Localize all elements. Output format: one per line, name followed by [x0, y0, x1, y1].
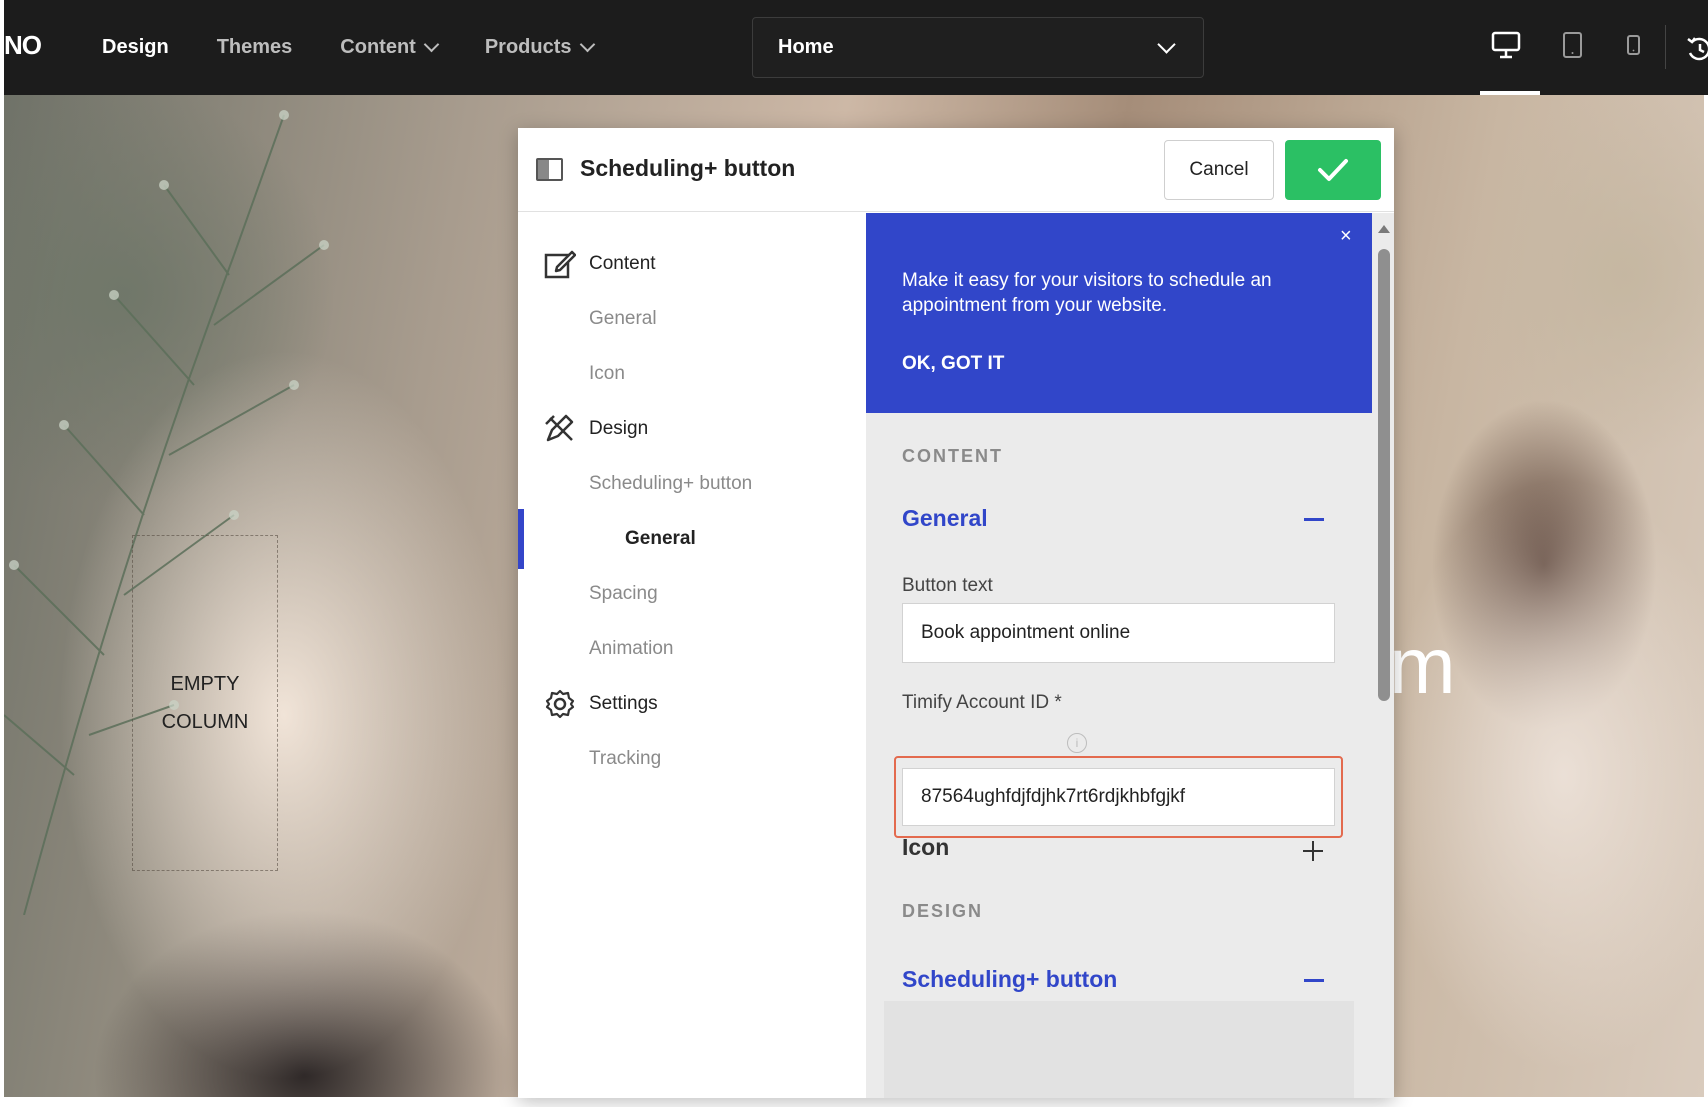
nav-content-icon[interactable]: Icon — [518, 348, 865, 400]
desktop-view-button[interactable] — [1491, 30, 1521, 65]
button-text-input[interactable] — [902, 603, 1335, 663]
nav-design-label: Design — [102, 36, 169, 58]
design-section-label: DESIGN — [902, 901, 984, 921]
widget-editor-modal: Scheduling+ button Cancel Content Genera… — [518, 128, 1394, 1098]
nav-design-spacing[interactable]: Spacing — [518, 568, 865, 620]
tablet-icon — [1563, 32, 1582, 58]
content-section-label: CONTENT — [902, 446, 1003, 466]
nav-themes[interactable]: Themes — [217, 36, 293, 59]
close-icon[interactable]: × — [1340, 225, 1352, 248]
page-select-value: Home — [778, 36, 834, 58]
desktop-icon — [1491, 31, 1521, 59]
history-button[interactable] — [1686, 36, 1708, 67]
nav-products-label: Products — [484, 36, 572, 58]
icon-group-toggle[interactable]: Icon — [902, 834, 949, 861]
nav-design-scheduling-button[interactable]: Scheduling+ button — [518, 458, 865, 510]
nav-content-label: Content — [340, 36, 416, 58]
mobile-icon — [1627, 35, 1640, 55]
editor-left-nav: Content General Icon Design Scheduling+ … — [518, 213, 865, 1098]
nav-content-icon-label: Icon — [589, 363, 625, 384]
modal-title: Scheduling+ button — [580, 155, 796, 181]
nav-design[interactable]: Design — [102, 36, 169, 59]
nav-design-label: Design — [589, 418, 649, 439]
nav-content-label: Content — [589, 253, 656, 274]
button-text-label: Button text — [902, 575, 993, 596]
editor-settings-panel: × Make it easy for your visitors to sche… — [866, 213, 1394, 1098]
expand-icon[interactable] — [1303, 841, 1323, 861]
nav-settings-section[interactable]: Settings — [518, 678, 865, 730]
account-id-label: Timify Account ID * — [902, 692, 1062, 713]
promo-text: Make it easy for your visitors to schedu… — [902, 270, 1272, 316]
nav-design-general-label: General — [625, 528, 696, 549]
active-nav-indicator — [518, 509, 524, 569]
scheduling-design-group — [884, 1001, 1354, 1098]
nav-design-animation[interactable]: Animation — [518, 623, 865, 675]
design-tools-icon — [544, 414, 576, 450]
mobile-view-button[interactable] — [1624, 30, 1644, 65]
gear-icon — [544, 689, 576, 725]
nav-settings-tracking[interactable]: Tracking — [518, 733, 865, 785]
nav-products[interactable]: Products — [484, 36, 595, 59]
promo-ok-button[interactable]: OK, GOT IT — [902, 353, 1004, 375]
nav-design-spacing-label: Spacing — [589, 583, 658, 604]
promo-banner: × Make it easy for your visitors to sche… — [866, 213, 1372, 413]
scheduling-group-toggle[interactable]: Scheduling+ button — [902, 966, 1117, 993]
collapse-icon[interactable] — [1304, 979, 1324, 982]
nav-content-section[interactable]: Content — [518, 238, 865, 290]
edit-icon — [544, 249, 577, 285]
confirm-button[interactable] — [1285, 140, 1381, 200]
chevron-down-icon — [423, 36, 440, 53]
empty-column-label-line1: EMPTY — [170, 673, 240, 695]
nav-themes-label: Themes — [216, 36, 293, 58]
nav-design-scheduling-label: Scheduling+ button — [589, 473, 753, 494]
tablet-view-button[interactable] — [1561, 30, 1585, 65]
general-group-toggle[interactable]: General — [902, 505, 988, 532]
nav-design-animation-label: Animation — [589, 638, 674, 659]
empty-column-label-line2: COLUMN — [161, 711, 249, 733]
divider — [1665, 25, 1666, 69]
nav-settings-tracking-label: Tracking — [589, 748, 662, 769]
logo: NO — [4, 30, 42, 60]
nav-settings-label: Settings — [589, 693, 658, 714]
account-id-input[interactable] — [902, 768, 1335, 826]
info-icon[interactable]: i — [1067, 733, 1087, 753]
cancel-button[interactable]: Cancel — [1164, 140, 1274, 200]
nav-content-general-label: General — [589, 308, 657, 329]
collapse-icon[interactable] — [1304, 518, 1324, 521]
checkmark-icon — [1318, 159, 1348, 181]
modal-header: Scheduling+ button Cancel — [518, 128, 1394, 212]
top-nav: Design Themes Content Products — [102, 0, 641, 95]
nav-design-general-active[interactable]: General — [518, 509, 865, 569]
nav-content[interactable]: Content — [340, 36, 440, 59]
chevron-down-icon — [579, 36, 595, 53]
page-select[interactable]: Home — [752, 17, 1204, 78]
scrollbar-thumb[interactable] — [1378, 249, 1390, 701]
nav-design-section[interactable]: Design — [518, 403, 865, 455]
nav-content-general[interactable]: General — [518, 293, 865, 345]
chevron-down-icon — [1157, 35, 1176, 54]
scroll-up-arrow[interactable] — [1378, 225, 1390, 233]
top-bar: NO Design Themes Content Products Home — [4, 0, 1708, 95]
page-heading-fragment: m — [1389, 621, 1456, 710]
empty-column-placeholder[interactable]: EMPTY COLUMN — [132, 535, 278, 871]
history-icon — [1687, 37, 1708, 61]
panel-toggle-icon[interactable] — [536, 158, 563, 181]
